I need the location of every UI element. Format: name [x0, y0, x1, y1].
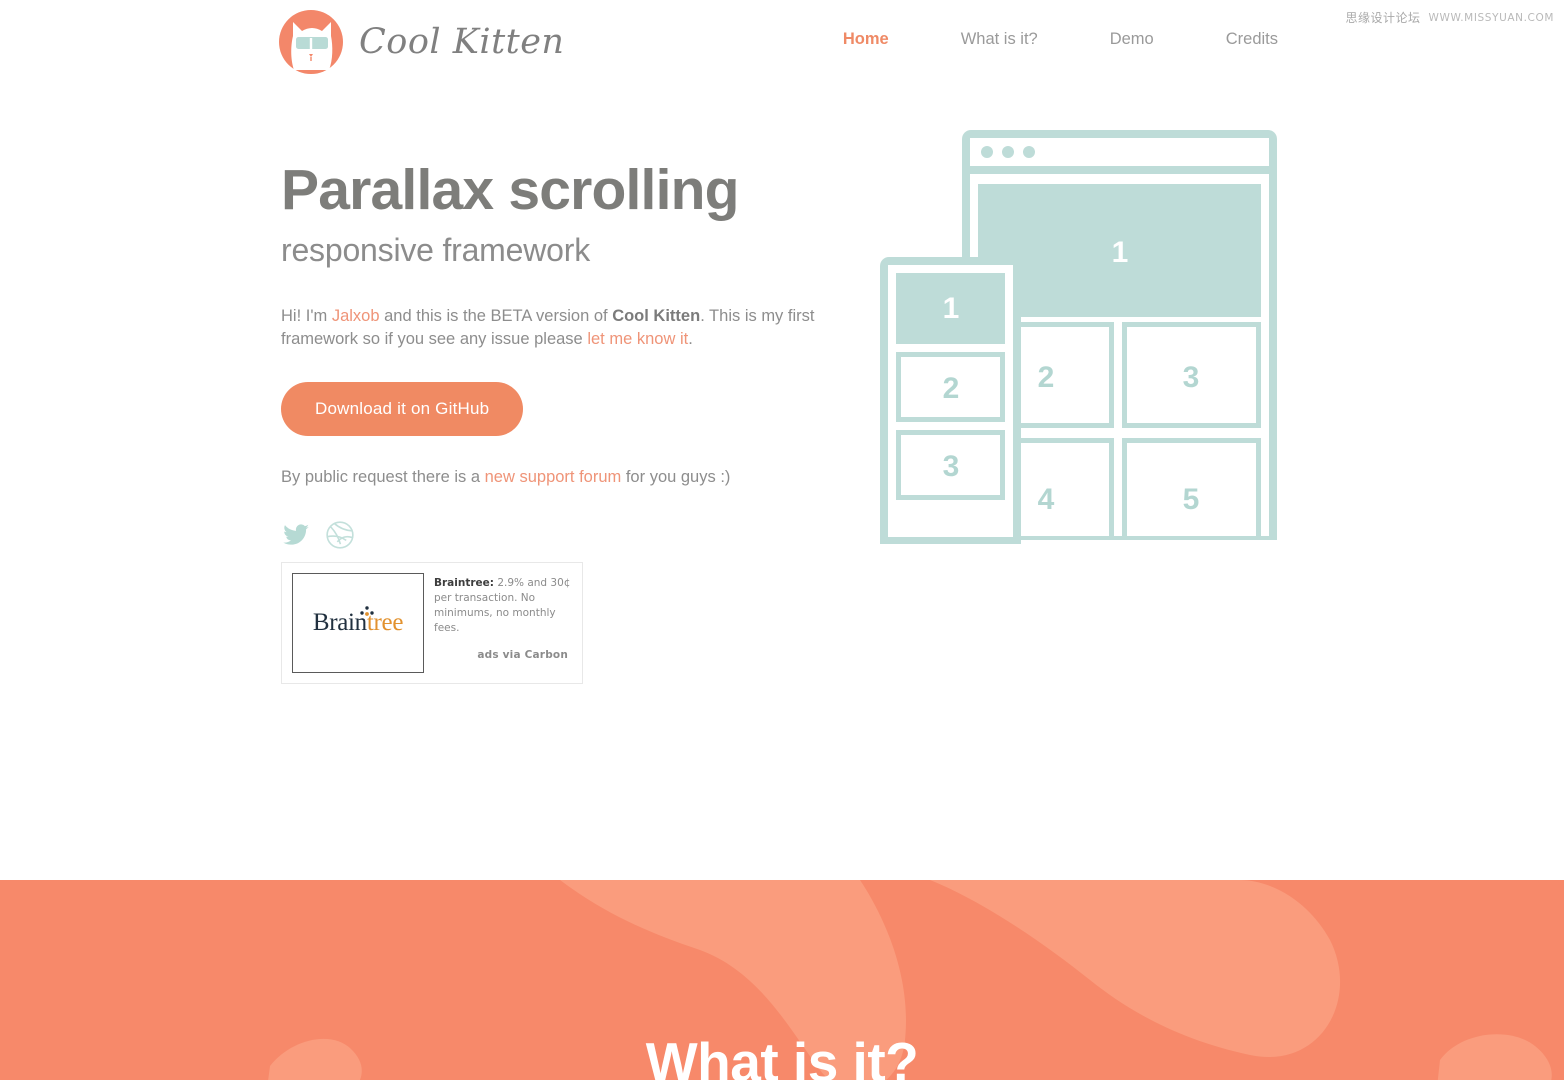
- hero-intro-text: Hi! I'm Jalxob and this is the BETA vers…: [281, 305, 826, 353]
- svg-text:1: 1: [943, 292, 960, 325]
- what-is-it-section: What is it?: [0, 880, 1564, 1080]
- svg-text:5: 5: [1183, 483, 1200, 516]
- svg-text:2: 2: [1038, 361, 1055, 394]
- responsive-layout-mockup-illustration: .tl { fill: #bedcd8; } .wh { fill: #ffff…: [866, 128, 1296, 553]
- forum-part-1: By public request there is a: [281, 468, 485, 487]
- forum-part-2: for you guys :): [621, 468, 731, 487]
- hero-content: Parallax scrolling responsive framework …: [281, 158, 841, 550]
- page-title: Parallax scrolling: [281, 158, 739, 222]
- svg-text:1: 1: [1112, 236, 1129, 269]
- braintree-logo: Braintree: [313, 606, 403, 637]
- twitter-icon: [281, 524, 311, 554]
- dribbble-link[interactable]: [325, 520, 355, 550]
- intro-part-4: .: [688, 330, 693, 349]
- hero-section: Parallax scrolling responsive framework …: [0, 0, 1564, 880]
- brand-name: Cool Kitten: [612, 306, 701, 325]
- svg-text:2: 2: [943, 372, 960, 405]
- carbon-ad-body: Braintree: 2.9% and 30¢ per transaction.…: [424, 573, 572, 673]
- author-link[interactable]: Jalxob: [332, 307, 380, 325]
- download-github-button[interactable]: Download it on GitHub: [281, 382, 524, 437]
- carbon-ad-poweredby[interactable]: ads via Carbon: [434, 649, 572, 661]
- dribbble-icon: [325, 521, 355, 554]
- social-links: [281, 520, 841, 550]
- intro-part-2: and this is the BETA version of: [379, 306, 613, 325]
- carbon-ad-text: Braintree: 2.9% and 30¢ per transaction.…: [434, 576, 572, 636]
- svg-text:3: 3: [1183, 361, 1200, 394]
- page-root: 思缘设计论坛 WWW.MISSYUAN.COM Cool Kitten Home…: [0, 0, 1564, 1080]
- support-forum-text: By public request there is a new support…: [281, 468, 841, 487]
- carbon-ad-image[interactable]: Braintree: [292, 573, 424, 673]
- page-subtitle: responsive framework: [281, 231, 591, 268]
- intro-part-1: Hi! I'm: [281, 306, 332, 325]
- carbon-ad-advertiser: Braintree:: [434, 577, 494, 589]
- svg-text:4: 4: [1038, 483, 1055, 516]
- twitter-link[interactable]: [281, 520, 311, 550]
- what-is-it-title: What is it?: [645, 1031, 919, 1080]
- braintree-dots-icon: [359, 598, 375, 616]
- report-issue-link[interactable]: let me know it: [587, 330, 688, 348]
- support-forum-link[interactable]: new support forum: [485, 468, 622, 486]
- svg-text:3: 3: [943, 450, 960, 483]
- carbon-ad[interactable]: Braintree Braintree: 2.9% and 30¢ per tr…: [281, 562, 583, 684]
